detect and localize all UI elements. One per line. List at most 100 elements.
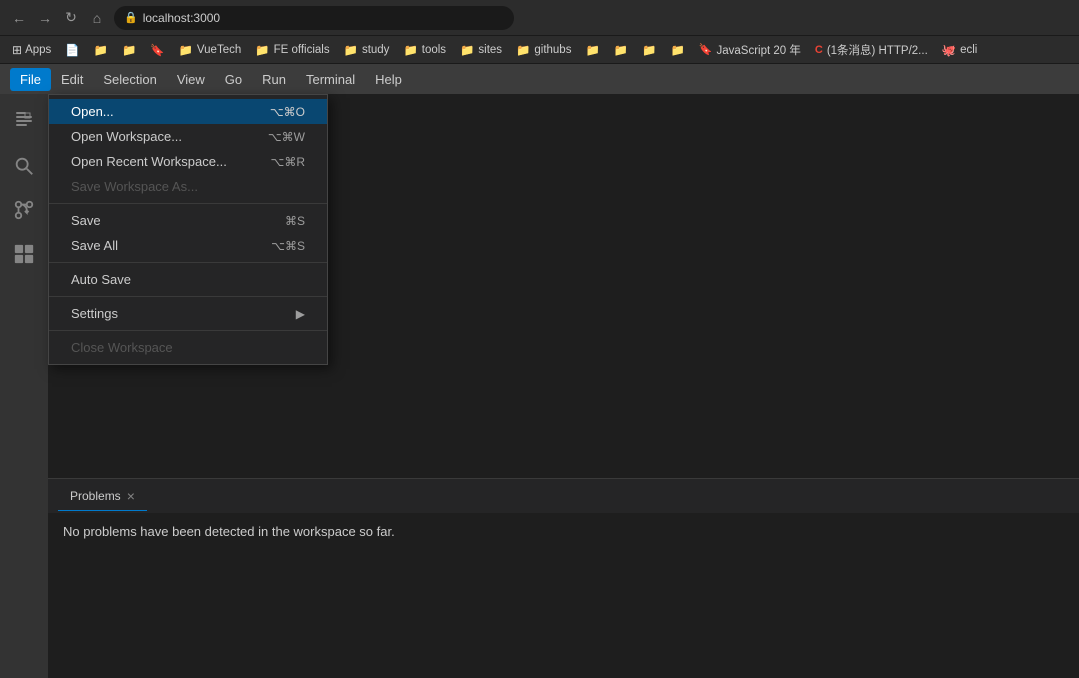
menu-save-all[interactable]: Save All ⌥⌘S: [49, 233, 327, 258]
menu-selection[interactable]: Selection: [93, 68, 166, 91]
bookmark-icon: 📁: [122, 43, 136, 57]
bottom-panel: Problems × No problems have been detecte…: [48, 478, 1079, 678]
bookmark-label: study: [362, 44, 390, 56]
menu-save-workspace-as-label: Save Workspace As...: [71, 179, 198, 194]
menu-open-workspace-shortcut: ⌥⌘W: [268, 130, 305, 144]
menu-save-workspace-as: Save Workspace As...: [49, 174, 327, 199]
bookmark-icon: 🔖: [150, 43, 164, 57]
bookmarks-bar: ⊞ Apps 📄 📁 📁 🔖 📁 VueTech 📁 FE officials …: [0, 36, 1079, 64]
bookmark-label: githubs: [534, 44, 571, 56]
github-icon: 🐙: [942, 43, 956, 57]
menu-close-workspace: Close Workspace: [49, 335, 327, 360]
menu-go[interactable]: Go: [215, 68, 252, 91]
menu-bar: File Edit Selection View Go Run Terminal…: [0, 64, 1079, 94]
bookmark-label: ecli: [960, 44, 977, 56]
menu-terminal[interactable]: Terminal: [296, 68, 365, 91]
menu-open-workspace[interactable]: Open Workspace... ⌥⌘W: [49, 124, 327, 149]
bookmark-item[interactable]: 📁: [608, 41, 634, 59]
menu-save-all-shortcut: ⌥⌘S: [271, 239, 305, 253]
bookmark-study[interactable]: 📁 study: [338, 41, 396, 59]
bookmark-sites[interactable]: 📁 sites: [454, 41, 508, 59]
bookmark-icon: 📁: [344, 43, 358, 57]
bookmark-item[interactable]: 📁: [116, 41, 142, 59]
separator-1: [49, 203, 327, 204]
bookmark-icon: 📄: [65, 43, 79, 57]
apps-label: Apps: [25, 44, 51, 56]
menu-help[interactable]: Help: [365, 68, 412, 91]
menu-open-recent-workspace[interactable]: Open Recent Workspace... ⌥⌘R: [49, 149, 327, 174]
activity-source-control-icon[interactable]: [4, 190, 44, 230]
bookmark-icon: 📁: [94, 43, 108, 57]
menu-edit[interactable]: Edit: [51, 68, 93, 91]
bookmark-http[interactable]: C (1条消息) HTTP/2...: [809, 40, 934, 60]
bookmark-label: VueTech: [197, 44, 241, 56]
close-problems-tab[interactable]: ×: [127, 488, 135, 504]
separator-4: [49, 330, 327, 331]
menu-open-recent-workspace-label: Open Recent Workspace...: [71, 154, 227, 169]
menu-run[interactable]: Run: [252, 68, 296, 91]
apps-button[interactable]: ⊞ Apps: [6, 41, 57, 59]
menu-auto-save[interactable]: Auto Save: [49, 267, 327, 292]
file-dropdown-menu: Open... ⌥⌘O Open Workspace... ⌥⌘W Open R…: [48, 94, 328, 365]
activity-files-icon[interactable]: [4, 102, 44, 142]
vscode-container: File Edit Selection View Go Run Terminal…: [0, 64, 1079, 678]
menu-open[interactable]: Open... ⌥⌘O: [49, 99, 327, 124]
bookmark-icon: 📁: [460, 43, 474, 57]
bookmark-label: sites: [478, 44, 502, 56]
activity-extensions-icon[interactable]: [4, 234, 44, 274]
menu-file[interactable]: File: [10, 68, 51, 91]
settings-arrow-icon: ▶: [296, 307, 305, 321]
bookmark-githubs[interactable]: 📁 githubs: [510, 41, 577, 59]
bookmark-icon: 📁: [614, 43, 628, 57]
problems-tab-label: Problems: [70, 489, 121, 503]
activity-search-icon[interactable]: [4, 146, 44, 186]
apps-grid-icon: ⊞: [12, 43, 22, 57]
menu-save-shortcut: ⌘S: [285, 214, 305, 228]
bookmark-vuetech[interactable]: 📁 VueTech: [173, 41, 248, 59]
home-button[interactable]: ⌂: [88, 9, 106, 27]
bookmark-ecli[interactable]: 🐙 ecli: [936, 41, 984, 59]
address-text: localhost:3000: [143, 11, 220, 25]
bookmark-label: FE officials: [274, 44, 330, 56]
bookmark-icon: 📁: [642, 43, 656, 57]
no-problems-message: No problems have been detected in the wo…: [63, 524, 395, 539]
menu-save-label: Save: [71, 213, 101, 228]
address-bar[interactable]: 🔒 localhost:3000: [114, 6, 514, 30]
problems-tab[interactable]: Problems ×: [58, 482, 147, 511]
bookmark-item[interactable]: 📁: [664, 41, 690, 59]
panel-content: No problems have been detected in the wo…: [48, 514, 1079, 549]
bookmark-icon: 📁: [670, 43, 684, 57]
bookmark-item[interactable]: 📁: [88, 41, 114, 59]
bookmark-item[interactable]: 📄: [59, 41, 85, 59]
bookmark-label: tools: [422, 44, 446, 56]
separator-2: [49, 262, 327, 263]
dropdown-menu-container: Open... ⌥⌘O Open Workspace... ⌥⌘W Open R…: [48, 94, 328, 365]
bookmark-fe-officials[interactable]: 📁 FE officials: [249, 41, 335, 59]
bookmark-tools[interactable]: 📁 tools: [397, 41, 452, 59]
bookmark-item[interactable]: 📁: [579, 41, 605, 59]
browser-chrome: ← → ↻ ⌂ 🔒 localhost:3000: [0, 0, 1079, 36]
separator-3: [49, 296, 327, 297]
bookmark-item[interactable]: 📁: [636, 41, 662, 59]
bookmark-icon: 📁: [585, 43, 599, 57]
menu-view[interactable]: View: [167, 68, 215, 91]
menu-save-all-label: Save All: [71, 238, 118, 253]
bookmark-icon: 📁: [179, 43, 193, 57]
panel-tabs: Problems ×: [48, 479, 1079, 514]
back-button[interactable]: ←: [10, 9, 28, 27]
bookmark-label: JavaScript 20 年: [716, 42, 800, 58]
bookmark-icon: C: [815, 44, 823, 56]
refresh-button[interactable]: ↻: [62, 9, 80, 27]
bookmark-javascript[interactable]: 🔖 JavaScript 20 年: [693, 40, 807, 60]
bookmark-item[interactable]: 🔖: [144, 41, 170, 59]
bookmark-icon: 📁: [403, 43, 417, 57]
menu-settings[interactable]: Settings ▶: [49, 301, 327, 326]
forward-button[interactable]: →: [36, 9, 54, 27]
menu-settings-label: Settings: [71, 306, 118, 321]
lock-icon: 🔒: [124, 11, 138, 24]
activity-bar: [0, 94, 48, 678]
menu-open-workspace-label: Open Workspace...: [71, 129, 182, 144]
menu-auto-save-label: Auto Save: [71, 272, 131, 287]
menu-save[interactable]: Save ⌘S: [49, 208, 327, 233]
menu-open-label: Open...: [71, 104, 114, 119]
